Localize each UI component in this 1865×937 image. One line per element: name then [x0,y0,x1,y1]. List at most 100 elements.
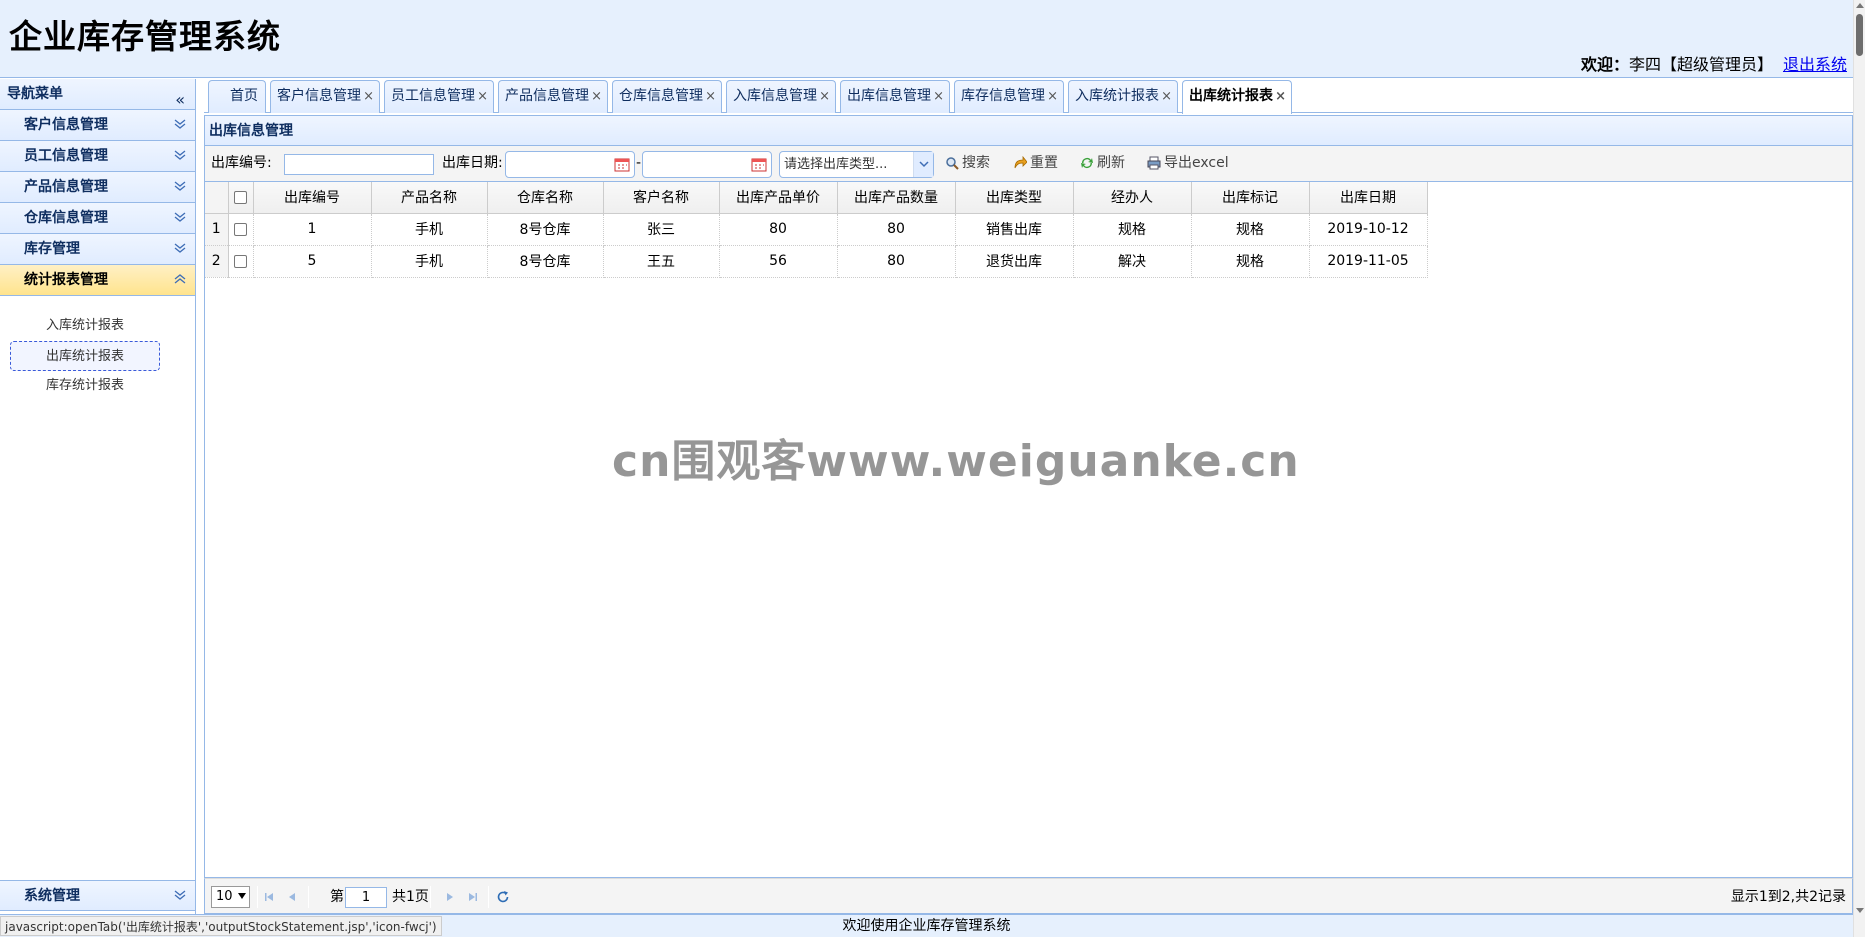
page-size-select[interactable]: 10 [211,886,250,908]
refresh-button[interactable]: 刷新 [1080,146,1125,181]
tab-8[interactable]: 入库统计报表 × [1068,80,1178,113]
table-cell: 王五 [603,245,720,278]
row-number: 1 [205,213,229,246]
close-icon[interactable]: × [591,81,602,112]
column-header[interactable]: 出库标记 [1191,182,1310,214]
prev-page-icon[interactable] [285,889,301,905]
scroll-down-icon[interactable] [1856,908,1864,913]
close-icon[interactable]: × [363,81,374,112]
row-checkbox[interactable] [234,222,247,236]
sidebar-section-4[interactable]: 库存管理 [0,234,195,265]
sidebar-section-label: 客户信息管理 [24,117,108,133]
calendar-icon[interactable] [751,157,767,172]
logout-link[interactable]: 退出系统 [1783,55,1847,74]
column-header[interactable]: 仓库名称 [487,182,604,214]
chevron-down-icon[interactable] [174,172,186,202]
scrollbar-thumb[interactable] [1856,14,1863,56]
tab-4[interactable]: 仓库信息管理 × [612,80,722,113]
close-icon[interactable]: × [477,81,488,112]
chevron-down-icon[interactable] [174,141,186,171]
close-icon[interactable]: × [705,81,716,112]
reload-icon[interactable] [495,889,511,905]
tab-7[interactable]: 库存信息管理 × [954,80,1064,113]
tab-label: 入库统计报表 [1075,88,1159,104]
sidebar-item-report-0[interactable]: 入库统计报表 [10,311,160,341]
page-number-input[interactable]: 1 [345,887,387,908]
refresh-button-label: 刷新 [1097,155,1125,171]
scroll-up-icon[interactable] [1856,3,1864,8]
table-cell: 5 [253,245,372,278]
stock-out-type-select[interactable]: 请选择出库类型... [779,151,934,178]
column-header[interactable]: 出库日期 [1309,182,1428,214]
close-icon[interactable]: × [1161,81,1172,112]
sidebar-header: 导航菜单 « [0,79,195,110]
search-toolbar: 出库编号: 出库日期: - 请选择出库类型... 搜索 重置 刷新 导出exce… [204,146,1853,181]
refresh-icon [1081,158,1093,168]
select-all-checkbox[interactable] [234,190,247,204]
sidebar-item-report-2[interactable]: 库存统计报表 [10,371,160,401]
table-cell: 手机 [371,245,488,278]
watermark-text: cn围观客www.weiguanke.cn [612,436,1300,487]
stock-out-id-input[interactable] [284,154,434,175]
table-row[interactable]: 2 5 手机 8号仓库 王五 56 80 退货出库 解决 规格 2019-11-05 [205,245,1428,278]
close-icon[interactable]: × [1047,81,1058,112]
sidebar-section-2[interactable]: 产品信息管理 [0,172,195,203]
column-header[interactable]: 出库产品单价 [719,182,838,214]
column-header[interactable]: 出库编号 [253,182,372,214]
column-header[interactable]: 出库类型 [955,182,1074,214]
table-cell: 1 [253,213,372,246]
tab-5[interactable]: 入库信息管理 × [726,80,836,113]
search-button[interactable]: 搜索 [945,146,990,181]
tab-label: 库存信息管理 [961,88,1045,104]
table-cell: 80 [837,213,956,246]
tab-1[interactable]: 客户信息管理 × [270,80,380,113]
close-icon[interactable]: × [933,81,944,112]
tab-9[interactable]: 出库统计报表 × [1182,80,1292,114]
first-page-icon[interactable] [261,889,277,905]
reset-button[interactable]: 重置 [1013,146,1058,181]
close-icon[interactable]: × [819,81,830,112]
row-select-cell [228,245,254,278]
chevron-down-icon[interactable] [913,152,933,177]
chevron-down-icon[interactable] [174,110,186,140]
column-header[interactable]: 出库产品数量 [837,182,956,214]
tab-3[interactable]: 产品信息管理 × [498,80,608,113]
sidebar-section-5[interactable]: 统计报表管理 [0,265,195,296]
chevron-down-icon[interactable] [174,234,186,264]
tab-0[interactable]: 首页 [208,80,266,113]
last-page-icon[interactable] [465,889,481,905]
close-icon[interactable]: × [1275,81,1286,112]
row-checkbox[interactable] [234,254,247,268]
stock-out-id-label: 出库编号: [211,155,272,171]
export-excel-button[interactable]: 导出excel [1147,146,1229,181]
tab-6[interactable]: 出库信息管理 × [840,80,950,113]
sidebar-item-report-1[interactable]: 出库统计报表 [10,341,160,371]
calendar-icon[interactable] [614,157,630,172]
next-page-icon[interactable] [441,889,457,905]
tab-label: 出库信息管理 [847,88,931,104]
tab-label: 客户信息管理 [277,88,361,104]
table-cell: 解决 [1073,245,1192,278]
sidebar-section-0[interactable]: 客户信息管理 [0,110,195,141]
tab-2[interactable]: 员工信息管理 × [384,80,494,113]
date-from-field[interactable] [505,151,635,178]
column-header[interactable]: 经办人 [1073,182,1192,214]
tab-label: 入库信息管理 [733,88,817,104]
table-cell: 56 [719,245,838,278]
table-cell: 8号仓库 [487,213,604,246]
sidebar-section-1[interactable]: 员工信息管理 [0,141,195,172]
table-row[interactable]: 1 1 手机 8号仓库 张三 80 80 销售出库 规格 规格 2019-10-12 [205,213,1428,246]
chevron-up-icon[interactable] [174,265,186,295]
sidebar-section-3[interactable]: 仓库信息管理 [0,203,195,234]
column-header[interactable]: 客户名称 [603,182,720,214]
page-scrollbar[interactable] [1853,0,1865,937]
table-cell: 8号仓库 [487,245,604,278]
date-to-field[interactable] [642,151,772,178]
column-header[interactable]: 产品名称 [371,182,488,214]
grid-header-row: 出库编号 产品名称 仓库名称 客户名称 出库产品单价 出库产品数量 出库类型 经办人 出库标记出… [205,182,1428,214]
chevron-down-icon[interactable] [174,203,186,233]
table-cell: 手机 [371,213,488,246]
sidebar-section-system[interactable]: 系统管理 [0,880,195,911]
pager-separator [488,886,489,908]
chevron-down-icon[interactable] [174,881,186,911]
